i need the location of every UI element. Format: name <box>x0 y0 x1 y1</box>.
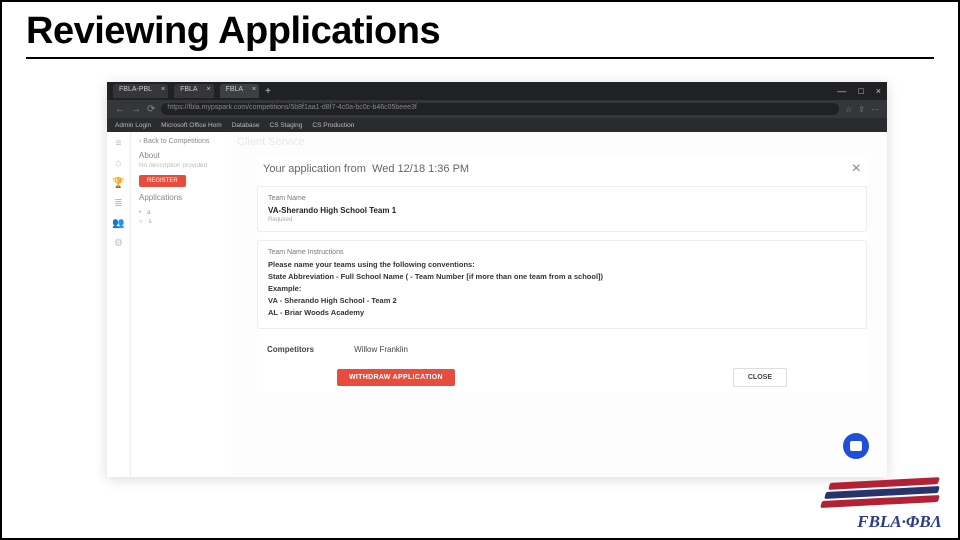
star-icon[interactable]: ☆ <box>845 105 852 114</box>
example-label: Example: <box>268 284 856 293</box>
list-item[interactable]: ○s <box>139 219 223 225</box>
browser-tab[interactable]: FBLA× <box>174 84 214 98</box>
withdraw-button[interactable]: WITHDRAW APPLICATION <box>337 369 455 386</box>
instructions-text: State Abbreviation - Full School Name ( … <box>268 272 856 281</box>
close-button[interactable]: CLOSE <box>733 368 787 387</box>
close-icon[interactable]: × <box>852 160 861 178</box>
bookmark-item[interactable]: Database <box>232 122 260 129</box>
register-button[interactable]: REGISTER <box>139 175 186 187</box>
menu-icon[interactable]: ⋯ <box>871 105 879 114</box>
menu-icon[interactable]: ≡ <box>114 138 124 148</box>
browser-tabs: FBLA-PBL× FBLA× FBLA× + — □ × <box>107 82 887 100</box>
close-window-icon[interactable]: × <box>876 86 881 96</box>
instructions-text: Please name your teams using the followi… <box>268 260 856 269</box>
share-icon[interactable]: ⇪ <box>858 105 865 114</box>
chat-icon <box>850 441 862 451</box>
chat-fab[interactable] <box>843 433 869 459</box>
field-label: Team Name Instructions <box>268 249 856 256</box>
example-text: AL - Briar Woods Academy <box>268 308 856 317</box>
users-icon[interactable]: 👥 <box>114 218 124 228</box>
trophy-icon[interactable]: 🏆 <box>114 178 124 188</box>
left-rail: ≡ ⌂ 🏆 ≣ 👥 ⚙ <box>107 132 131 477</box>
maximize-icon[interactable]: □ <box>858 86 863 96</box>
minimize-icon[interactable]: — <box>837 86 846 96</box>
gear-icon[interactable]: ⚙ <box>114 238 124 248</box>
browser-urlbar: ← → ⟳ https://fbla.mypspark.com/competit… <box>107 100 887 118</box>
left-column: ‹ Back to Competitions About No descript… <box>131 132 231 477</box>
reload-icon[interactable]: ⟳ <box>147 104 155 115</box>
close-icon[interactable]: × <box>252 86 256 93</box>
required-badge: Required <box>268 217 856 223</box>
bookmark-item[interactable]: CS Staging <box>270 122 303 129</box>
list-icon[interactable]: ≣ <box>114 198 124 208</box>
back-link[interactable]: ‹ Back to Competitions <box>139 138 223 145</box>
home-icon[interactable]: ⌂ <box>114 158 124 168</box>
applications-heading: Applications <box>139 193 223 202</box>
team-name-card: Team Name VA-Sherando High School Team 1… <box>257 186 867 232</box>
competitors-value: Willow Franklin <box>354 345 408 354</box>
close-icon[interactable]: × <box>207 86 211 93</box>
forward-icon[interactable]: → <box>131 104 141 115</box>
list-item[interactable]: •a <box>139 210 223 216</box>
bookmark-item[interactable]: Microsoft Office Hom <box>161 122 222 129</box>
bookmark-item[interactable]: CS Production <box>312 122 354 129</box>
competitors-row: Competitors Willow Franklin <box>257 337 867 362</box>
browser-tab[interactable]: FBLA× <box>220 84 260 98</box>
new-tab-button[interactable]: + <box>265 86 271 97</box>
address-input[interactable]: https://fbla.mypspark.com/competitions/5… <box>161 103 839 115</box>
field-label: Team Name <box>268 195 856 202</box>
example-text: VA - Sherando High School - Team 2 <box>268 296 856 305</box>
title-rule <box>26 57 934 59</box>
team-name-value: VA-Sherando High School Team 1 <box>268 206 856 215</box>
embedded-screenshot: FBLA-PBL× FBLA× FBLA× + — □ × ← → ⟳ http… <box>107 82 887 477</box>
back-icon[interactable]: ← <box>115 104 125 115</box>
instructions-card: Team Name Instructions Please name your … <box>257 240 867 329</box>
browser-tab[interactable]: FBLA-PBL× <box>113 84 168 98</box>
bookmarks-bar: Admin Login Microsoft Office Hom Databas… <box>107 118 887 132</box>
fbla-logo: FBLA·ΦBΛ <box>822 478 942 532</box>
about-body: No description provided <box>139 162 223 169</box>
modal-title: Your application from Wed 12/18 1:36 PM <box>263 163 469 175</box>
about-heading: About <box>139 151 223 160</box>
bookmark-item[interactable]: Admin Login <box>115 122 151 129</box>
slide-title: Reviewing Applications <box>2 2 958 57</box>
competitors-label: Competitors <box>267 345 314 354</box>
application-modal: Your application from Wed 12/18 1:36 PM … <box>257 156 867 393</box>
close-icon[interactable]: × <box>161 86 165 93</box>
logo-text: FBLA·ΦBΛ <box>857 512 942 532</box>
